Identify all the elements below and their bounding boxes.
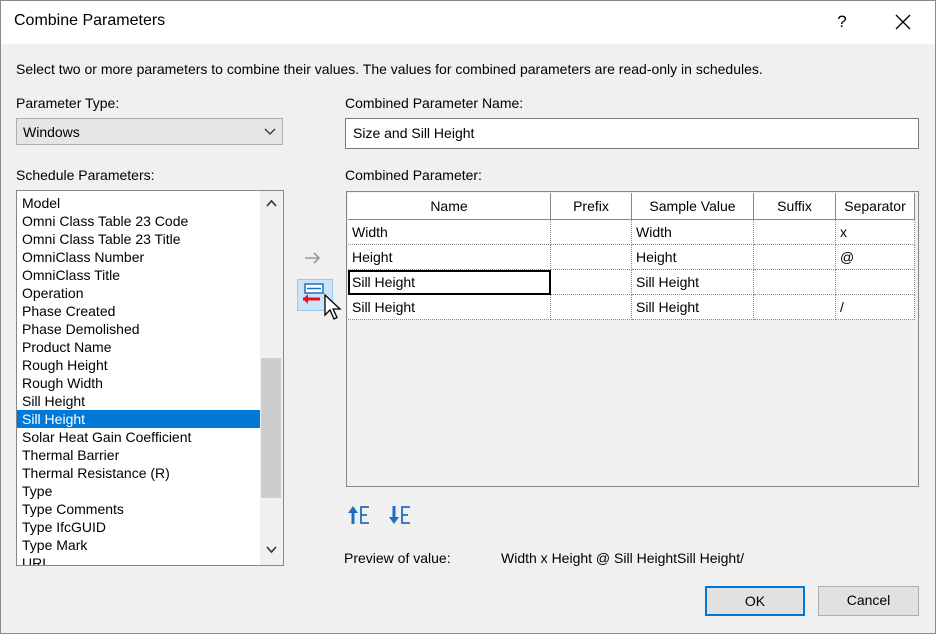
close-button[interactable] [887, 5, 921, 39]
instruction-text: Select two or more parameters to combine… [16, 61, 763, 77]
list-item[interactable]: Rough Width [17, 374, 261, 392]
cell-sample-value: Sill Height [631, 269, 754, 295]
cell-prefix[interactable] [550, 244, 632, 270]
schedule-parameters-list[interactable]: Model Omni Class Table 23 Code Omni Class … [16, 190, 284, 566]
list-item[interactable]: Thermal Barrier [17, 446, 261, 464]
mouse-cursor-icon [324, 293, 342, 320]
combined-name-label: Combined Parameter Name: [345, 95, 524, 111]
list-item[interactable]: Model [17, 194, 261, 212]
close-icon [895, 14, 911, 30]
chevron-down-icon [264, 128, 276, 135]
combined-parameter-label: Combined Parameter: [345, 167, 482, 183]
list-item[interactable]: Product Name [17, 338, 261, 356]
table-row[interactable]: Sill Height Sill Height / [348, 294, 915, 320]
parameter-type-dropdown[interactable]: Windows [16, 118, 283, 145]
cell-separator[interactable]: / [835, 294, 915, 320]
preview-label: Preview of value: [344, 550, 451, 566]
column-header-suffix[interactable]: Suffix [753, 193, 836, 220]
cancel-button[interactable]: Cancel [818, 586, 919, 616]
schedule-parameters-label: Schedule Parameters: [16, 167, 155, 183]
move-down-icon[interactable] [387, 503, 413, 527]
list-item[interactable]: Type IfcGUID [17, 518, 261, 536]
list-item[interactable]: Phase Demolished [17, 320, 261, 338]
parameter-type-value: Windows [23, 124, 80, 140]
dialog-body: Select two or more parameters to combine… [1, 44, 935, 633]
help-button[interactable]: ? [827, 5, 857, 39]
preview-value: Width x Height @ Sill HeightSill Height/ [501, 550, 744, 566]
column-header-separator[interactable]: Separator [835, 193, 915, 220]
list-item[interactable]: Sill Height [17, 410, 261, 428]
cell-prefix[interactable] [550, 219, 632, 245]
dialog-title: Combine Parameters [14, 12, 166, 29]
cell-sample-value: Sill Height [631, 294, 754, 320]
combined-parameter-table: Name Prefix Sample Value Suffix Separato… [348, 193, 915, 320]
list-scrollbar[interactable] [260, 191, 283, 565]
list-item[interactable]: Type Comments [17, 500, 261, 518]
table-row[interactable]: Height Height @ [348, 244, 915, 270]
list-item[interactable]: Omni Class Table 23 Code [17, 212, 261, 230]
cell-suffix[interactable] [753, 244, 836, 270]
list-item[interactable]: Sill Height [17, 392, 261, 410]
scrollbar-thumb[interactable] [261, 358, 281, 498]
combined-parameter-grid[interactable]: Name Prefix Sample Value Suffix Separato… [346, 191, 919, 487]
list-item[interactable]: Thermal Resistance (R) [17, 464, 261, 482]
list-item[interactable]: Type [17, 482, 261, 500]
column-header-sample-value[interactable]: Sample Value [631, 193, 754, 220]
right-arrow-icon[interactable] [304, 252, 322, 264]
combined-name-input[interactable]: Size and Sill Height [345, 118, 919, 149]
cell-name[interactable]: Height [348, 244, 551, 270]
cell-prefix[interactable] [550, 269, 632, 295]
cell-sample-value: Width [631, 219, 754, 245]
list-item[interactable]: OmniClass Number [17, 248, 261, 266]
list-item[interactable]: URL [17, 554, 261, 565]
list-item[interactable]: Omni Class Table 23 Title [17, 230, 261, 248]
column-header-name[interactable]: Name [348, 193, 551, 220]
cell-name[interactable]: Sill Height [348, 294, 551, 320]
cell-suffix[interactable] [753, 219, 836, 245]
cell-suffix[interactable] [753, 269, 836, 295]
combined-name-value: Size and Sill Height [353, 125, 475, 141]
schedule-parameters-items: Model Omni Class Table 23 Code Omni Class … [17, 194, 261, 565]
move-up-icon[interactable] [346, 503, 372, 527]
cell-name[interactable]: Width [348, 219, 551, 245]
cell-suffix[interactable] [753, 294, 836, 320]
list-item[interactable]: OmniClass Title [17, 266, 261, 284]
list-item[interactable]: Solar Heat Gain Coefficient [17, 428, 261, 446]
cell-separator[interactable]: @ [835, 244, 915, 270]
list-item[interactable]: Type Mark [17, 536, 261, 554]
list-item[interactable]: Rough Height [17, 356, 261, 374]
cell-separator[interactable]: x [835, 219, 915, 245]
column-header-prefix[interactable]: Prefix [550, 193, 632, 220]
cell-separator[interactable] [835, 269, 915, 295]
parameter-type-label: Parameter Type: [16, 95, 120, 111]
table-row[interactable]: Sill Height Sill Height [348, 269, 915, 295]
list-item[interactable]: Phase Created [17, 302, 261, 320]
cell-prefix[interactable] [550, 294, 632, 320]
cell-sample-value: Height [631, 244, 754, 270]
ok-button[interactable]: OK [705, 586, 805, 616]
scroll-up-icon[interactable] [265, 197, 278, 210]
combine-parameters-dialog: Combine Parameters ? Select two or more … [0, 0, 936, 634]
title-bar: Combine Parameters ? [1, 1, 935, 43]
table-row[interactable]: Width Width x [348, 219, 915, 245]
list-item[interactable]: Operation [17, 284, 261, 302]
scroll-down-icon[interactable] [265, 543, 278, 556]
cell-name[interactable]: Sill Height [348, 269, 551, 295]
